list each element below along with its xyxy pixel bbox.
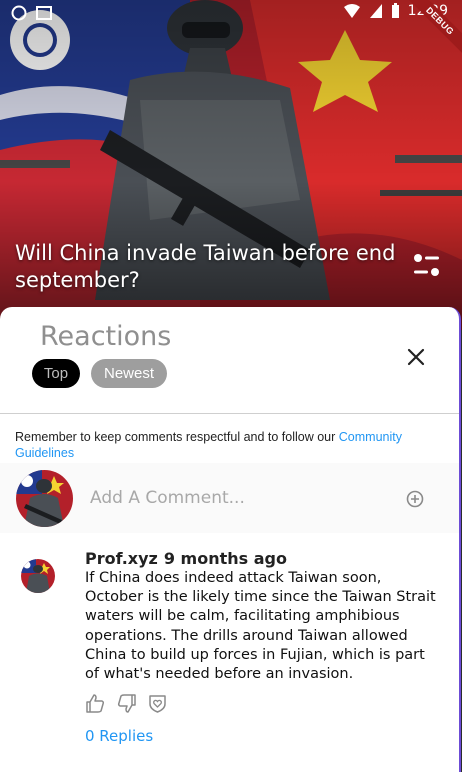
article-hero: 12:29 DEBUG Will China invade Taiwan bef… [0,0,462,330]
comment-author-avatar[interactable] [21,559,55,593]
divider [0,413,459,414]
user-avatar [16,470,73,527]
close-button[interactable] [404,345,428,369]
close-icon [407,348,425,366]
image-icon [36,6,52,20]
status-bar: 12:29 [0,0,462,26]
comment-timestamp: 9 months ago [163,549,287,568]
comment-text: If China does indeed attack Taiwan soon,… [85,570,436,683]
tab-top[interactable]: Top [32,359,80,388]
comment-composer [0,463,459,533]
add-comment-button[interactable] [405,489,425,509]
guidelines-notice: Remember to keep comments respectful and… [15,429,445,461]
react-button[interactable] [147,693,168,714]
replies-link[interactable]: 0 Replies [85,727,153,745]
comment-input[interactable] [90,485,380,511]
article-title: Will China invade Taiwan before end sept… [15,241,396,292]
reactions-sheet: Reactions Top Newest Remember to keep co… [0,307,461,772]
dislike-button[interactable] [116,693,137,714]
like-button[interactable] [85,693,106,714]
signal-icon [369,4,382,18]
sync-icon [11,5,27,21]
filter-button[interactable] [410,252,444,280]
reactions-title: Reactions [40,321,172,352]
comment-header: Prof.xyz 9 months ago [85,549,287,568]
filter-sliders-icon [414,254,439,276]
wifi-icon [343,4,360,18]
thumbs-down-icon [117,694,136,713]
add-circle-icon [406,490,424,508]
comment-author[interactable]: Prof.xyz [85,549,158,568]
guidelines-text: Remember to keep comments respectful and… [15,430,339,444]
battery-icon [391,3,399,18]
heart-shield-icon [149,695,166,713]
tab-newest[interactable]: Newest [91,359,167,388]
thumbs-up-icon [86,694,105,713]
comment-actions [85,693,168,714]
